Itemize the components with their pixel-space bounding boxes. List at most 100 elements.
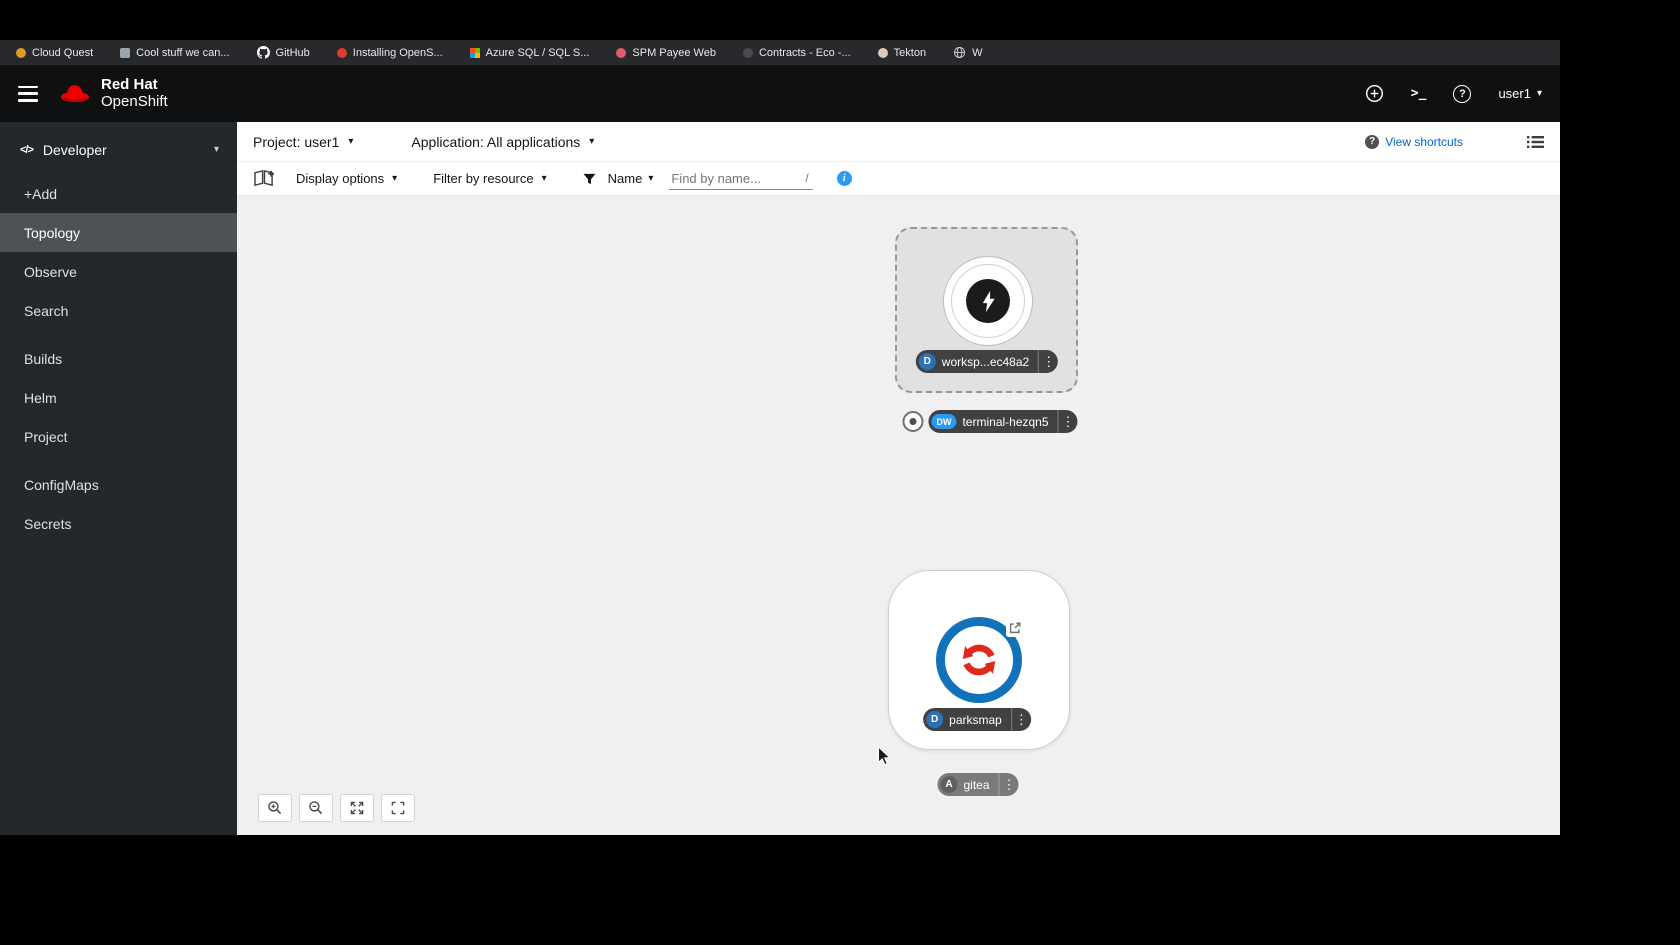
view-shortcuts-link[interactable]: ? View shortcuts xyxy=(1365,134,1463,149)
hamburger-menu-icon[interactable] xyxy=(18,85,38,102)
display-options-label: Display options xyxy=(296,171,385,186)
display-options-dropdown[interactable]: Display options ▾ xyxy=(296,171,397,186)
name-filter-label: Name xyxy=(607,171,643,186)
sidebar-item-configmaps[interactable]: ConfigMaps xyxy=(0,465,237,504)
mouse-cursor xyxy=(877,745,892,772)
bookmark-label: Cool stuff we can... xyxy=(136,46,230,59)
sidebar-nav: </> Developer ▾ +Add Topology Observe Se… xyxy=(0,122,237,835)
sidebar-item-add[interactable]: +Add xyxy=(0,174,237,213)
kebab-menu-icon[interactable]: ⋮ xyxy=(1038,350,1058,373)
bookmark-w[interactable]: W xyxy=(953,46,982,59)
kebab-menu-icon[interactable]: ⋮ xyxy=(1010,708,1031,731)
caret-down-icon: ▾ xyxy=(541,172,547,184)
bookmark-contracts[interactable]: Contracts - Eco -... xyxy=(742,46,851,59)
workspace-status-decorator-icon[interactable] xyxy=(902,411,924,432)
bookmark-spm-payee[interactable]: SPM Payee Web xyxy=(616,47,716,59)
help-icon[interactable]: ? xyxy=(1453,84,1472,103)
github-icon xyxy=(256,46,270,59)
caret-down-icon: ▾ xyxy=(648,172,654,184)
masthead: Red Hat OpenShift >_ ? user1 ▾ xyxy=(0,65,1560,122)
lightning-icon xyxy=(966,279,1010,323)
terminal-node-row[interactable]: DW terminal-hezqn5 ⋮ xyxy=(902,410,1078,433)
caret-down-icon: ▾ xyxy=(348,135,354,147)
info-icon[interactable]: i xyxy=(836,171,852,186)
project-dropdown[interactable]: Project: user1 ▾ xyxy=(253,134,353,150)
kebab-menu-icon[interactable]: ⋮ xyxy=(998,773,1019,796)
terminal-node-name: terminal-hezqn5 xyxy=(962,414,1049,429)
bookmark-label: Installing OpenS... xyxy=(352,46,443,59)
sidebar-item-search[interactable]: Search xyxy=(0,291,237,330)
find-by-name-field: / xyxy=(669,167,813,190)
browser-bookmarks-bar: Cloud Quest Cool stuff we can... GitHub … xyxy=(0,40,1560,65)
external-link-icon[interactable] xyxy=(1006,619,1024,637)
redhat-fedora-icon xyxy=(60,85,90,102)
bookmark-label: Cloud Quest xyxy=(32,46,94,59)
fullscreen-button[interactable] xyxy=(381,794,415,822)
topology-toolbar: Display options ▾ Filter by resource ▾ N… xyxy=(237,162,1560,196)
parksmap-node-name: parksmap xyxy=(949,712,1002,727)
devworkspace-badge: DW xyxy=(931,414,957,429)
application-dropdown-label: Application: All applications xyxy=(411,133,581,150)
sidebar-item-helm[interactable]: Helm xyxy=(0,378,237,417)
application-dropdown[interactable]: Application: All applications ▾ xyxy=(411,134,594,150)
perspective-label: Developer xyxy=(42,142,107,158)
bookmark-label: SPM Payee Web xyxy=(632,46,716,59)
brand-line-openshift: OpenShift xyxy=(101,92,168,110)
topology-canvas[interactable]: D worksp...ec48a2 ⋮ DW terminal-hezqn5 ⋮ xyxy=(237,196,1560,835)
view-shortcuts-label: View shortcuts xyxy=(1385,134,1463,149)
sidebar-item-project[interactable]: Project xyxy=(0,417,237,456)
sidebar-item-secrets[interactable]: Secrets xyxy=(0,504,237,543)
favicon-square-icon xyxy=(120,47,131,58)
username: user1 xyxy=(1498,86,1531,101)
favicon-dot-icon xyxy=(877,47,888,58)
web-terminal-icon[interactable]: >_ xyxy=(1411,86,1427,101)
find-by-name-input[interactable] xyxy=(669,167,802,189)
quick-create-plus-icon[interactable] xyxy=(1365,84,1384,103)
bookmark-tekton[interactable]: Tekton xyxy=(877,47,926,59)
kebab-menu-icon[interactable]: ⋮ xyxy=(1057,410,1078,433)
parksmap-node-label[interactable]: D parksmap ⋮ xyxy=(923,708,1031,731)
bookmark-cool-stuff[interactable]: Cool stuff we can... xyxy=(120,46,230,59)
bookmark-label: Contracts - Eco -... xyxy=(758,46,851,59)
perspective-switcher[interactable]: </> Developer ▾ xyxy=(0,122,237,174)
globe-icon xyxy=(953,46,966,59)
sidebar-item-observe[interactable]: Observe xyxy=(0,252,237,291)
bookmark-cloud-quest[interactable]: Cloud Quest xyxy=(16,47,93,59)
gitea-node-label[interactable]: A gitea ⋮ xyxy=(937,773,1019,796)
gitea-node-name: gitea xyxy=(963,777,990,792)
list-view-toggle-icon[interactable] xyxy=(1527,135,1544,149)
zoom-in-button[interactable] xyxy=(258,794,292,822)
bookmark-label: W xyxy=(972,46,983,59)
microsoft-grid-icon xyxy=(469,47,480,58)
zoom-out-button[interactable] xyxy=(299,794,333,822)
fit-to-screen-button[interactable] xyxy=(340,794,374,822)
deployment-badge: D xyxy=(926,711,944,728)
workspace-node-label[interactable]: D worksp...ec48a2 ⋮ xyxy=(915,350,1059,373)
sidebar-item-topology[interactable]: Topology xyxy=(0,213,237,252)
favicon-dot-icon xyxy=(742,47,753,58)
sidebar-item-builds[interactable]: Builds xyxy=(0,339,237,378)
quick-search-icon[interactable] xyxy=(253,169,276,188)
bookmark-azure-sql[interactable]: Azure SQL / SQL S... xyxy=(469,46,590,59)
filter-by-resource-label: Filter by resource xyxy=(433,171,534,186)
caret-down-icon: ▾ xyxy=(213,144,219,155)
redhat-openshift-logo: Red Hat OpenShift xyxy=(58,76,168,111)
filter-funnel-icon xyxy=(583,173,596,185)
canvas-controls xyxy=(258,794,415,822)
shortcut-slash-hint: / xyxy=(805,171,809,185)
user-menu[interactable]: user1 ▾ xyxy=(1498,86,1542,101)
project-dropdown-label: Project: user1 xyxy=(253,133,340,150)
code-icon: </> xyxy=(20,144,34,156)
filter-by-resource-dropdown[interactable]: Filter by resource ▾ xyxy=(433,171,546,186)
name-filter-dropdown[interactable]: Name ▾ xyxy=(583,171,654,186)
app-window: Cloud Quest Cool stuff we can... GitHub … xyxy=(0,40,1560,835)
bookmark-installing-openshift[interactable]: Installing OpenS... xyxy=(336,46,443,59)
caret-down-icon: ▾ xyxy=(1536,87,1542,99)
favicon-dot-icon xyxy=(16,47,26,58)
bookmark-github[interactable]: GitHub xyxy=(256,46,310,59)
deployment-badge: D xyxy=(918,353,936,370)
workspace-node-circle xyxy=(943,256,1033,346)
bookmark-label: Azure SQL / SQL S... xyxy=(485,46,590,59)
favicon-dot-icon xyxy=(336,47,347,58)
terminal-node-label[interactable]: DW terminal-hezqn5 ⋮ xyxy=(928,410,1078,433)
